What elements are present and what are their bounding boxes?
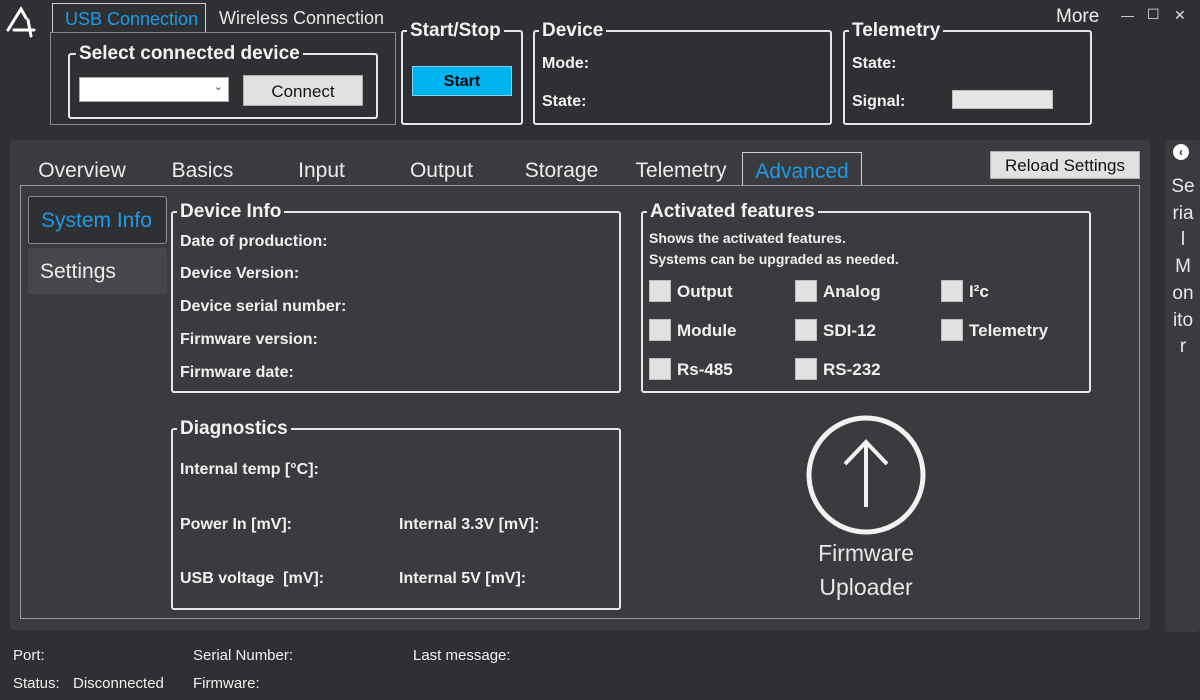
tab-usb-connection[interactable]: USB Connection (52, 3, 206, 33)
start-button-label: Start (443, 73, 481, 90)
connect-button-label: Connect (271, 82, 335, 101)
feature-output-checkbox[interactable] (649, 280, 671, 302)
side-nav-settings-label: Settings (40, 260, 116, 283)
tab-advanced[interactable]: Advanced (742, 152, 862, 186)
telemetry-title: Telemetry (849, 20, 944, 42)
feature-module-checkbox[interactable] (649, 319, 671, 341)
features-description-2: Systems can be upgraded as needed. (649, 251, 899, 267)
firmware-uploader-label-2: Uploader (819, 574, 913, 600)
tab-telemetry-label: Telemetry (635, 159, 727, 182)
tab-advanced-label: Advanced (755, 160, 849, 183)
tab-usb-connection-label: USB Connection (65, 9, 199, 29)
connect-button[interactable]: Connect (243, 75, 363, 106)
minimize-icon[interactable]: — (1121, 8, 1134, 23)
feature-sdi12-checkbox[interactable] (795, 319, 817, 341)
tab-wireless-connection[interactable]: Wireless Connection (210, 3, 390, 33)
internal-3v3-label: Internal 3.3V [mV]: (399, 516, 540, 533)
firmware-date-label: Firmware date: (180, 364, 294, 381)
device-version-label: Device Version: (180, 265, 300, 282)
feature-i2c-checkbox[interactable] (941, 280, 963, 302)
firmware-uploader-button[interactable]: Firmware Uploader (790, 412, 942, 607)
power-in-label: Power In [mV]: (180, 516, 293, 533)
date-of-production-label: Date of production: (180, 233, 328, 250)
telemetry-state-label: State: (852, 55, 897, 72)
feature-rs485-checkbox[interactable] (649, 358, 671, 380)
firmware-status-label: Firmware: (193, 675, 260, 692)
upload-arrow-icon (806, 415, 926, 535)
status-label: Status: (13, 675, 60, 692)
device-dropdown[interactable]: ⌄ (79, 77, 229, 102)
serial-monitor-label: Serial Monitor (1171, 176, 1195, 358)
feature-telemetry-checkbox[interactable] (941, 319, 963, 341)
device-info-title: Device Info (177, 201, 285, 223)
device-serial-number-label: Device serial number: (180, 298, 347, 315)
tab-storage[interactable]: Storage (503, 152, 620, 186)
internal-5v-label: Internal 5V [mV]: (399, 570, 527, 587)
feature-telemetry-label: Telemetry (969, 321, 1049, 340)
feature-module-label: Module (677, 321, 737, 340)
feature-rs232-label: RS-232 (823, 360, 881, 379)
port-label: Port: (13, 647, 45, 664)
start-stop-title: Start/Stop (407, 20, 504, 42)
feature-output-label: Output (677, 282, 733, 301)
reload-settings-button[interactable]: Reload Settings (990, 151, 1140, 179)
activated-features-title: Activated features (647, 201, 818, 223)
serial-monitor-panel[interactable]: ‹ Serial Monitor (1165, 140, 1200, 632)
feature-i2c-label: I²c (969, 282, 989, 301)
more-menu[interactable]: More (1056, 6, 1099, 28)
status-value: Disconnected (73, 675, 164, 692)
close-icon[interactable]: ✕ (1174, 7, 1186, 24)
usb-voltage-label: USB voltage [mV]: (180, 570, 325, 587)
firmware-version-label: Firmware version: (180, 331, 318, 348)
side-nav-system-info-label: System Info (41, 209, 152, 232)
firmware-uploader-label-1: Firmware (818, 540, 914, 566)
device-title: Device (539, 20, 607, 42)
tab-wireless-connection-label: Wireless Connection (219, 8, 385, 28)
tab-input-label: Input (298, 159, 345, 182)
features-description-1: Shows the activated features. (649, 230, 846, 246)
feature-rs485-label: Rs-485 (677, 360, 733, 379)
side-nav-system-info[interactable]: System Info (28, 196, 167, 244)
tab-output-label: Output (409, 159, 474, 182)
device-mode-label: Mode: (542, 55, 590, 72)
chevron-down-icon: ⌄ (213, 81, 223, 93)
tab-basics-label: Basics (171, 159, 234, 182)
tab-telemetry[interactable]: Telemetry (622, 152, 740, 186)
reload-settings-label: Reload Settings (1004, 156, 1126, 175)
feature-analog-checkbox[interactable] (795, 280, 817, 302)
tab-output[interactable]: Output (383, 152, 500, 186)
device-state-label: State: (542, 93, 587, 110)
internal-temp-label: Internal temp [°C]: (180, 461, 319, 478)
tab-overview[interactable]: Overview (22, 152, 142, 186)
last-message-label: Last message: (413, 647, 511, 664)
start-button[interactable]: Start (412, 66, 512, 96)
signal-strength-bar (952, 90, 1053, 109)
feature-sdi12-label: SDI-12 (823, 321, 876, 340)
maximize-icon[interactable]: ☐ (1147, 6, 1160, 23)
tab-overview-label: Overview (38, 159, 126, 182)
tab-basics[interactable]: Basics (144, 152, 261, 186)
feature-rs232-checkbox[interactable] (795, 358, 817, 380)
app-logo (4, 4, 38, 38)
side-nav-settings[interactable]: Settings (28, 248, 167, 294)
select-device-title: Select connected device (76, 43, 303, 65)
diagnostics-title: Diagnostics (177, 418, 291, 440)
tab-input[interactable]: Input (263, 152, 380, 186)
tab-storage-label: Storage (524, 159, 599, 182)
chevron-left-icon[interactable]: ‹ (1173, 144, 1189, 160)
telemetry-signal-label: Signal: (852, 93, 906, 110)
feature-analog-label: Analog (823, 282, 881, 301)
serial-number-label: Serial Number: (193, 647, 294, 664)
